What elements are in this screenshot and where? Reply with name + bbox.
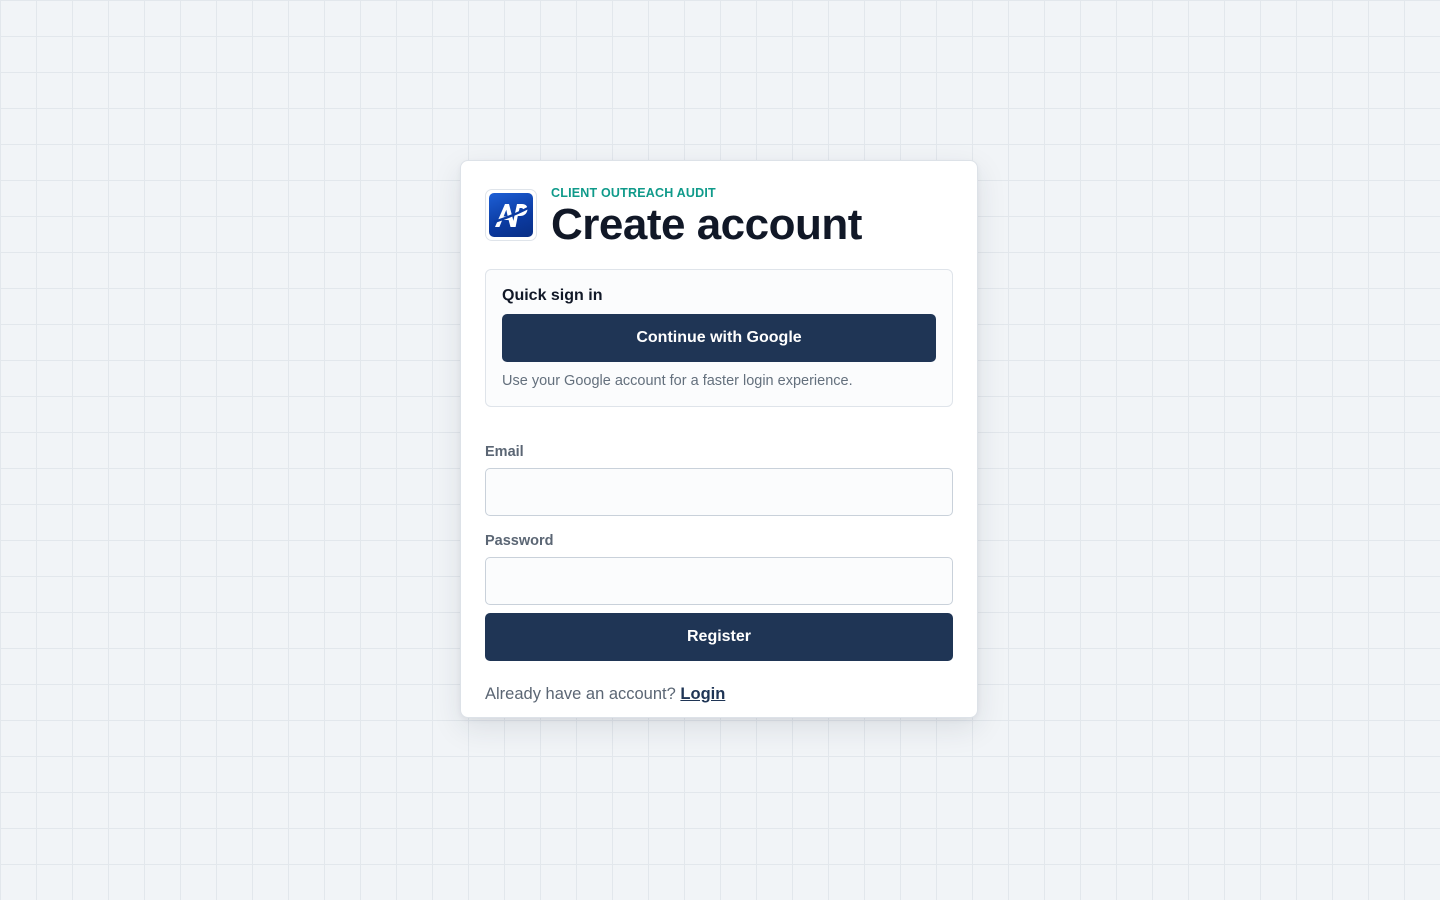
- ap-logo-mark: [493, 204, 529, 227]
- app-kicker: CLIENT OUTREACH AUDIT: [551, 186, 716, 200]
- continue-with-google-button[interactable]: Continue with Google: [502, 314, 936, 362]
- quick-sign-in-heading: Quick sign in: [502, 287, 603, 304]
- card-header: CLIENT OUTREACH AUDIT Create account: [485, 186, 953, 249]
- quick-sign-in-panel: Quick sign in Continue with Google Use y…: [485, 269, 953, 407]
- quick-sign-in-hint: Use your Google account for a faster log…: [502, 373, 853, 389]
- login-prompt-text: Already have an account?: [485, 685, 676, 703]
- signup-form: Email Password Register: [485, 443, 953, 661]
- signup-card: CLIENT OUTREACH AUDIT Create account Qui…: [460, 160, 978, 718]
- login-prompt: Already have an account? Login: [485, 683, 953, 705]
- email-field-group: Email: [485, 443, 953, 516]
- email-label: Email: [485, 444, 524, 460]
- email-field[interactable]: [485, 468, 953, 516]
- password-field-group: Password: [485, 532, 953, 605]
- password-field[interactable]: [485, 557, 953, 605]
- ap-logo-icon: [489, 193, 533, 237]
- password-label: Password: [485, 533, 554, 549]
- page-title: Create account: [551, 200, 862, 249]
- title-block: CLIENT OUTREACH AUDIT Create account: [551, 185, 862, 249]
- login-link[interactable]: Login: [680, 685, 725, 703]
- app-logo: [485, 189, 537, 241]
- register-button[interactable]: Register: [485, 613, 953, 661]
